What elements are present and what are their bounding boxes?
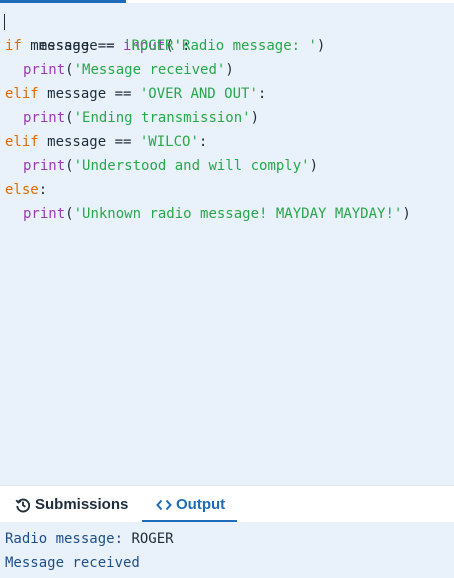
code-token-string: 'WILCO' — [139, 134, 199, 150]
code-token-paren: ) — [250, 110, 260, 126]
bottom-tab-bar: Submissions Output — [0, 485, 454, 523]
code-line[interactable]: elif message == 'WILCO': — [0, 130, 454, 154]
tab-output[interactable]: Output — [142, 486, 237, 523]
code-line[interactable]: print('Ending transmission') — [0, 106, 454, 130]
code-token-keyword: if — [5, 38, 22, 54]
code-token-colon: : — [257, 86, 267, 102]
code-token-paren: ( — [65, 110, 74, 126]
tab-submissions-label: Submissions — [35, 496, 129, 513]
code-token-builtin: print — [23, 158, 66, 174]
code-line[interactable]: print('Understood and will comply') — [0, 154, 454, 178]
code-line[interactable]: message = input('Radio message: ') — [0, 10, 454, 54]
output-console: Radio message: ROGER Message received — [0, 522, 454, 578]
tab-submissions[interactable]: Submissions — [15, 486, 128, 522]
code-token-builtin: print — [23, 206, 66, 222]
code-token-string: 'Understood and will comply' — [73, 158, 310, 174]
output-user-input: ROGER — [131, 531, 174, 547]
code-token-colon: : — [198, 134, 208, 150]
text-cursor — [4, 14, 5, 30]
code-token-builtin: print — [23, 110, 66, 126]
code-token-colon: : — [38, 182, 48, 198]
code-line[interactable]: print('Message received') — [0, 58, 454, 82]
code-token-paren: ) — [402, 206, 411, 222]
code-token-expression: message == — [38, 86, 140, 102]
code-token-paren: ( — [65, 62, 74, 78]
tab-output-label: Output — [176, 496, 226, 513]
code-token-string: 'Message received' — [73, 62, 226, 78]
code-line[interactable]: print('Unknown radio message! MAYDAY MAY… — [0, 202, 454, 226]
code-line[interactable]: elif message == 'OVER AND OUT': — [0, 82, 454, 106]
code-token-keyword: elif — [5, 86, 39, 102]
code-token-string: 'Unknown radio message! MAYDAY MAYDAY!' — [73, 206, 403, 222]
code-token-keyword: elif — [5, 134, 39, 150]
output-line: Radio message: ROGER — [0, 527, 454, 551]
code-token-string: 'ROGER' — [123, 38, 183, 54]
code-token-string: 'Ending transmission' — [73, 110, 251, 126]
code-line[interactable]: if message == 'ROGER': — [0, 34, 454, 58]
code-token-colon: : — [182, 38, 191, 54]
code-token-keyword: else — [5, 182, 39, 198]
code-token-builtin: print — [23, 62, 66, 78]
code-token-paren: ) — [225, 62, 234, 78]
code-token-paren: ( — [65, 158, 74, 174]
code-token-paren: ) — [309, 158, 319, 174]
code-token-string: 'OVER AND OUT' — [139, 86, 258, 102]
history-icon — [15, 497, 31, 513]
code-icon — [156, 498, 172, 512]
code-token-paren: ( — [65, 206, 74, 222]
output-prompt: Radio message: — [5, 531, 132, 547]
code-token-expression: message == — [21, 38, 124, 54]
output-result: Message received — [5, 555, 140, 571]
code-line[interactable]: else: — [0, 178, 454, 202]
code-editor[interactable]: message = input('Radio message: ') if me… — [0, 3, 454, 485]
output-line: Message received — [0, 551, 454, 575]
code-token-expression: message == — [38, 134, 140, 150]
